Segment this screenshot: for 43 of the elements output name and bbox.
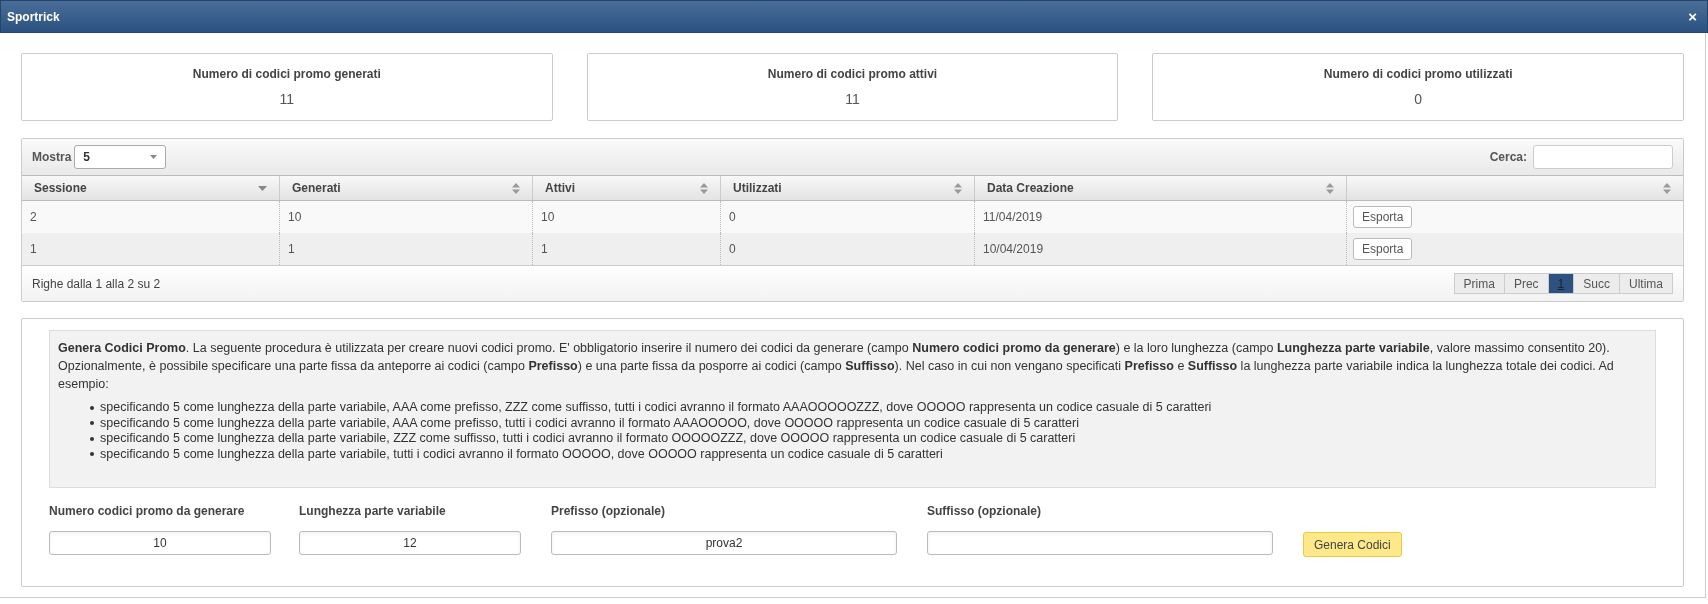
input-field[interactable]: 10 (49, 531, 271, 555)
table-info: Righe dalla 1 alla 2 su 2 (32, 275, 161, 293)
column-header[interactable]: Generati (280, 176, 533, 200)
stat-value: 11 (279, 89, 295, 109)
generate-button[interactable]: Genera Codici (1303, 532, 1402, 557)
column-header[interactable]: Attivi (533, 176, 721, 200)
description-text: Genera Codici Promo. La seguente procedura è utilizzata per creare nuovi codici promo. E' obbligatorio inserire il numero dei codici da generare (campo Numero codici promo da generare) e la loro lunghezza (campo Lunghezza parte variabile, valore massimo consentito 20). Opzionalmente, è possibile specificare una parte fissa da anteporre ai codici (campo Prefisso) e una parte fissa da posporre ai codici (campo Suffisso). Nel caso in cui non vengano specificati Prefisso e Suffisso la lunghezza parte variabile indica la lunghezza totale dei codici. Ad esempio: (58, 340, 1615, 393)
stat-label: Numero di codici promo generati (192, 65, 381, 83)
pagination-button[interactable]: Succ (1573, 273, 1620, 294)
example-text: specificando 5 come lunghezza della parte variabile, tutti i codici avranno il formato OOOOO, dove OOOOO rappresenta un codice casuale di 5 caratteri (100, 446, 943, 462)
column-header[interactable]: Utilizzati (721, 176, 975, 200)
bullet-icon (90, 436, 94, 441)
bullet-icon (90, 421, 94, 426)
example-text: specificando 5 come lunghezza della parte variabile, AAA come prefisso, tutti i codici avranno il formato AAAOOOOO, dove OOOOO rappresenta un codice casuale di 5 caratteri (100, 415, 1079, 431)
search-label: Cerca: (1489, 149, 1527, 166)
input-field[interactable]: 12 (299, 531, 521, 555)
search-field[interactable] (1533, 145, 1673, 169)
stat-value: 0 (1414, 89, 1423, 109)
pagination-button[interactable]: Ultima (1619, 273, 1673, 294)
page-size-select[interactable]: 5 (74, 145, 167, 169)
pagination-button[interactable]: Prima (1453, 273, 1505, 294)
column-header[interactable]: Sessione (22, 176, 280, 200)
stat-label: Numero di codici promo attivi (767, 65, 938, 83)
field-label: Suffisso (opzionale) (927, 503, 1042, 520)
window-title: Sportrick (7, 8, 60, 26)
caret-icon (150, 155, 158, 159)
export-button[interactable]: Esporta (1353, 238, 1413, 260)
example-text: specificando 5 come lunghezza della parte variabile, ZZZ come suffisso, tutti i codici avranno il formato OOOOOZZZ, dove OOOOO rappresenta un codice casuale di 5 caratteri (100, 431, 1076, 447)
column-header[interactable]: Data Creazione (975, 176, 1347, 200)
show-label: Mostra (32, 149, 72, 166)
stat-value: 11 (845, 89, 860, 109)
stat-label: Numero di codici promo utilizzati (1323, 65, 1513, 83)
close-button[interactable]: × (1684, 9, 1701, 24)
field-label: Lunghezza parte variabile (299, 503, 447, 520)
field-label: Numero codici promo da generare (49, 503, 246, 520)
input-field[interactable]: prova2 (551, 531, 897, 555)
field-label: Prefisso (opzionale) (551, 503, 667, 520)
export-button[interactable]: Esporta (1353, 206, 1413, 228)
input-field[interactable] (927, 531, 1273, 555)
bullet-icon (90, 452, 94, 457)
example-text: specificando 5 come lunghezza della parte variabile, AAA come prefisso, ZZZ come suffisso, tutti i codici avranno il formato AAAOOOOOZZZ, dove OOOOO rappresenta un codice casuale di 5 caratteri (100, 400, 1212, 416)
pagination-button[interactable]: Prec (1503, 273, 1549, 294)
bullet-icon (90, 405, 94, 410)
